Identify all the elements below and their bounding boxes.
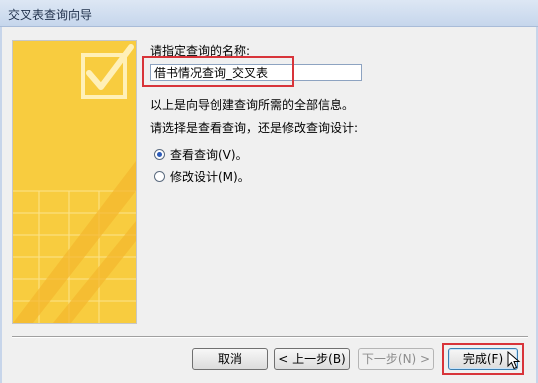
back-button[interactable]: < 上一步(B) — [274, 348, 350, 370]
radio-modify-design[interactable]: 修改设计(M)。 — [154, 168, 250, 185]
button-separator — [12, 336, 528, 338]
next-button[interactable]: 下一步(N) > — [358, 348, 434, 370]
title-bar: 交叉表查询向导 — [0, 0, 538, 27]
radio-view-query[interactable]: 查看查询(V)。 — [154, 146, 248, 163]
radio-unselected-icon — [154, 171, 165, 182]
mouse-cursor-icon — [507, 351, 521, 370]
window-title: 交叉表查询向导 — [8, 8, 93, 22]
wizard-body: 请指定查询的名称: 借书情况查询_交叉表 以上是向导创建查询所需的全部信息。 请… — [0, 27, 538, 383]
cancel-button[interactable]: 取消 — [192, 348, 268, 370]
grid-illustration-icon — [13, 41, 136, 323]
info-label: 以上是向导创建查询所需的全部信息。 — [150, 98, 355, 112]
wizard-illustration — [12, 40, 137, 324]
choice-prompt-label: 请选择是查看查询，还是修改查询设计: — [150, 121, 359, 135]
radio-selected-icon — [154, 149, 165, 160]
radio-modify-label: 修改设计(M)。 — [170, 170, 250, 184]
highlight-box-name — [142, 56, 294, 87]
radio-view-label: 查看查询(V)。 — [170, 148, 248, 162]
